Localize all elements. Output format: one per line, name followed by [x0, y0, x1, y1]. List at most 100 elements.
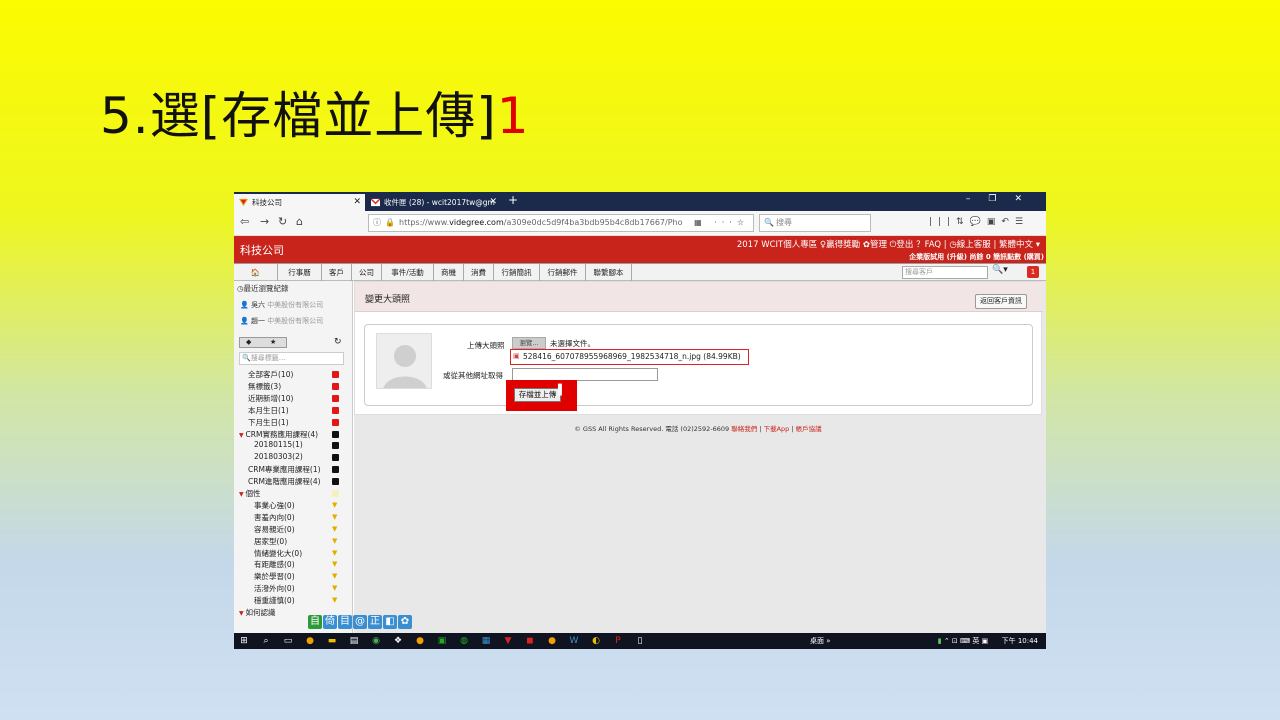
close-window-icon[interactable]: ✕	[1014, 194, 1040, 204]
tag-item[interactable]: 本月生日(1)	[248, 405, 289, 416]
tag-item[interactable]: 全部客戶(10)	[248, 369, 293, 380]
firefox-icon[interactable]: ●	[546, 635, 558, 647]
tray-up-icon[interactable]: ⌃	[944, 637, 950, 645]
menu-home-icon[interactable]: 🏠	[234, 264, 278, 281]
ime-icon[interactable]: 正	[368, 615, 382, 629]
tag-item[interactable]: 有距離感(0)	[254, 559, 295, 570]
tag-item[interactable]: CRM專業應用課程(1)	[248, 464, 321, 475]
keyboard-icon[interactable]: ⌨	[960, 637, 970, 645]
menu-scripts[interactable]: 聯繫腳本	[586, 264, 632, 281]
app-icon[interactable]: ◐	[590, 635, 602, 647]
tag-item[interactable]: 無標籤(3)	[248, 381, 281, 392]
contact-link[interactable]: 聯絡我們	[731, 425, 757, 433]
tab-crm[interactable]: 科技公司 ✕	[234, 194, 365, 211]
tag-item[interactable]: ▼ 如何認識	[239, 607, 276, 618]
reader-icon[interactable]: ▣	[987, 217, 1002, 227]
sync-icon[interactable]: ⇅	[956, 217, 970, 227]
tag-item[interactable]: 事業心強(0)	[254, 500, 295, 511]
wechat-icon[interactable]: ◍	[458, 635, 470, 647]
undo-icon[interactable]: ↶	[1001, 217, 1015, 227]
firefox-icon[interactable]: ●	[304, 635, 316, 647]
tag-item[interactable]: 下月生日(1)	[248, 417, 289, 428]
search-icon[interactable]: 🔍▾	[992, 265, 1008, 275]
new-tab-button[interactable]: +	[508, 193, 518, 207]
ime-icon[interactable]: ◧	[383, 615, 397, 629]
star-tab-icon[interactable]: ★	[270, 338, 276, 346]
menu-icon[interactable]: ☰	[1015, 217, 1029, 227]
save-upload-button[interactable]: 存檔並上傳	[514, 388, 561, 402]
app-icon[interactable]: ▼	[502, 635, 514, 647]
star-icon[interactable]: ☆	[737, 218, 749, 227]
back-to-customer-button[interactable]: 返回客戶資訊	[975, 294, 1027, 309]
recent-item[interactable]: 👤 趙一 中美股份有限公司	[240, 316, 323, 326]
refresh-icon[interactable]: ↻	[334, 337, 342, 347]
tag-item[interactable]: ▼ CRM實務應用課程(4)	[239, 429, 318, 440]
toolbar-icons[interactable]: |||⇅💬▣↶☰	[929, 217, 1029, 227]
maximize-icon[interactable]: ❐	[988, 194, 1014, 204]
tag-item[interactable]: 害羞內向(0)	[254, 512, 295, 523]
close-tab-icon[interactable]: ✕	[489, 194, 497, 211]
menu-consumption[interactable]: 消費	[464, 264, 494, 281]
powerpoint-icon[interactable]: P	[612, 635, 624, 647]
tag-icon[interactable]: ◆	[246, 338, 251, 346]
app-icon[interactable]: ●	[414, 635, 426, 647]
folder-icon[interactable]: ▬	[326, 635, 338, 647]
notification-badge[interactable]: 1	[1027, 266, 1039, 278]
line-icon[interactable]: ▣	[436, 635, 448, 647]
menu-customers[interactable]: 客戶	[322, 264, 352, 281]
home-icon[interactable]: ⌂	[296, 215, 303, 228]
tag-item[interactable]: ▼ 個性	[239, 488, 261, 499]
windows-start-icon[interactable]: ⊞	[238, 635, 250, 647]
tag-item[interactable]: 容易親近(0)	[254, 524, 295, 535]
url-bar[interactable]: ⓘ 🔒 https://www.videgree.com/a309e0dc5d9…	[368, 214, 754, 232]
forward-icon[interactable]: →	[260, 215, 269, 228]
ime-icon[interactable]: 自	[308, 615, 322, 629]
minimize-icon[interactable]: –	[966, 194, 989, 204]
tag-item[interactable]: 近期新增(10)	[248, 393, 293, 404]
tag-item[interactable]: 情緒變化大(0)	[254, 548, 302, 559]
top-links[interactable]: 2017 WCIT個人專區 ♀贏得獎勵 ✿管理 ⏻登出 ？FAQ | ◷線上客服…	[737, 238, 1040, 250]
customer-search-input[interactable]: 搜尋客戶	[902, 266, 988, 279]
page-actions[interactable]: ▦ ···☆	[690, 215, 749, 231]
chat-icon[interactable]: 💬	[970, 217, 987, 227]
reload-icon[interactable]: ↻	[278, 215, 287, 228]
word-icon[interactable]: W	[568, 635, 580, 647]
ime-icon[interactable]: 倚	[323, 615, 337, 629]
download-app-link[interactable]: 下載App	[764, 425, 790, 433]
ime-icon[interactable]: 目	[338, 615, 352, 629]
desktop-label[interactable]: 桌面 »	[810, 636, 831, 646]
window-controls[interactable]: –❐✕	[966, 194, 1040, 204]
battery-icon[interactable]: ▮	[938, 637, 942, 645]
clock[interactable]: 下午 10:44	[1002, 637, 1038, 645]
ime-icon[interactable]: @	[353, 615, 367, 629]
ime-icon[interactable]: ✿	[398, 615, 412, 629]
tag-item[interactable]: 樂於學習(0)	[254, 571, 295, 582]
notification-icon[interactable]: ▣	[982, 637, 989, 645]
network-icon[interactable]: ⊡	[952, 637, 958, 645]
tag-filter-tabs[interactable]: ◆ ★	[239, 337, 287, 348]
more-icon[interactable]: ···	[714, 218, 737, 227]
tag-search-input[interactable]: 🔍搜尋標籤...	[239, 352, 344, 365]
qr-icon[interactable]: ▦	[694, 218, 707, 227]
tag-item[interactable]: CRM進階應用課程(4)	[248, 476, 321, 487]
menu-opportunities[interactable]: 商機	[434, 264, 464, 281]
ime-mode[interactable]: 英	[972, 637, 979, 645]
menu-sms-marketing[interactable]: 行銷簡訊	[494, 264, 540, 281]
menu-email-marketing[interactable]: 行銷郵件	[540, 264, 586, 281]
recent-item[interactable]: 👤 吳六 中美股份有限公司	[240, 300, 323, 310]
tag-item[interactable]: 穩重謹慎(0)	[254, 595, 295, 606]
app-icon[interactable]: ▯	[634, 635, 646, 647]
app-icon[interactable]: ▤	[348, 635, 360, 647]
menu-calendar[interactable]: 行事曆	[278, 264, 322, 281]
back-icon[interactable]: ⇦	[240, 215, 249, 228]
account-terms-link[interactable]: 帳戶協議	[796, 425, 822, 433]
app-icon[interactable]: ▦	[480, 635, 492, 647]
search-icon[interactable]: ⌕	[260, 635, 272, 647]
app-icon[interactable]: ❖	[392, 635, 404, 647]
plan-info[interactable]: 企業版試用 (升級) 尚餘 0 簡訊點數 (購買)	[909, 252, 1044, 262]
tag-item[interactable]: 20180115(1)	[254, 440, 303, 449]
tag-item[interactable]: 活潑外向(0)	[254, 583, 295, 594]
app-icon[interactable]: ◼	[524, 635, 536, 647]
close-tab-icon[interactable]: ✕	[353, 194, 361, 211]
task-view-icon[interactable]: ▭	[282, 635, 294, 647]
